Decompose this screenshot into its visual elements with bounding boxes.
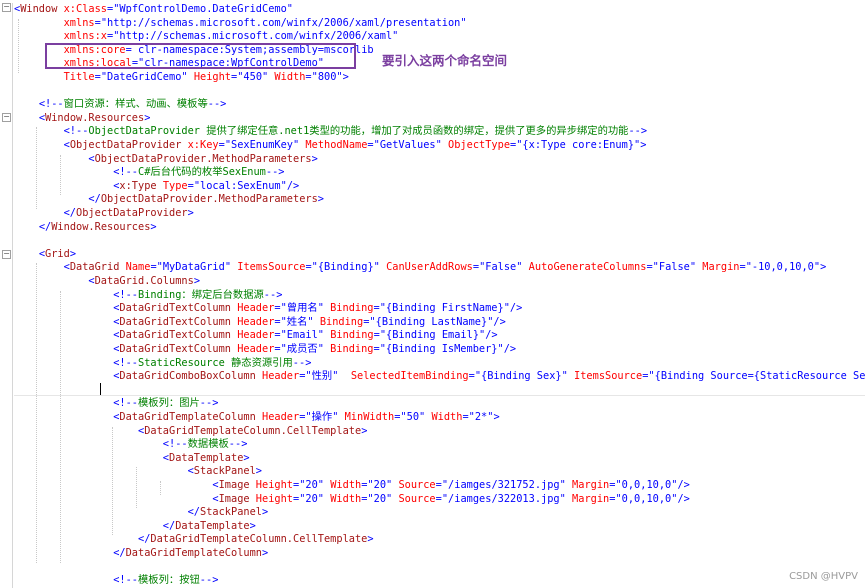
indent-guide: [36, 127, 37, 209]
code-line[interactable]: </DataGridTemplateColumn.CellTemplate>: [14, 533, 374, 547]
code-line[interactable]: <DataGridTextColumn Header="姓名" Binding=…: [14, 316, 506, 330]
code-line[interactable]: </Window.Resources>: [14, 221, 157, 235]
code-line[interactable]: <DataTemplate>: [14, 452, 250, 466]
code-line[interactable]: <!--数据模板-->: [14, 438, 248, 452]
indent-guide: [112, 426, 113, 536]
code-line[interactable]: <!--模板列：按钮-->: [14, 574, 218, 588]
code-line[interactable]: <Window x:Class="WpfControlDemo.DateGrid…: [14, 3, 293, 17]
code-line[interactable]: Title="DateGridCemo" Height="450" Width=…: [14, 71, 349, 85]
code-line[interactable]: <DataGridTemplateColumn.CellTemplate>: [14, 425, 367, 439]
code-line[interactable]: <StackPanel>: [14, 465, 262, 479]
indent-guide: [36, 263, 37, 563]
namespace-highlight-box: [45, 43, 356, 69]
code-line[interactable]: <DataGrid Name="MyDataGrid" ItemsSource=…: [14, 261, 827, 275]
code-line[interactable]: <DataGridTextColumn Header="成员否" Binding…: [14, 343, 516, 357]
code-line[interactable]: </DataTemplate>: [14, 520, 256, 534]
code-line[interactable]: <!--ObjectDataProvider 提供了绑定任意.net1类型的功能…: [14, 125, 647, 139]
code-line[interactable]: <!--窗口资源：样式、动画、模板等-->: [14, 98, 227, 112]
change-indicator-bar: [12, 3, 13, 588]
fold-toggle-icon[interactable]: −: [2, 3, 11, 12]
code-line[interactable]: </ObjectDataProvider>: [14, 207, 194, 221]
code-line[interactable]: </ObjectDataProvider.MethodParameters>: [14, 193, 324, 207]
code-line[interactable]: <!--Binding：绑定后台数据源-->: [14, 289, 282, 303]
fold-toggle-icon[interactable]: −: [2, 113, 11, 122]
namespace-annotation: 要引入这两个命名空间: [382, 53, 508, 68]
code-line[interactable]: </StackPanel>: [14, 506, 269, 520]
code-line[interactable]: <!--模板列：图片-->: [14, 397, 218, 411]
indent-guide: [60, 154, 61, 196]
code-line[interactable]: xmlns="http://schemas.microsoft.com/winf…: [14, 17, 467, 31]
watermark: CSDN @HVPV: [789, 571, 858, 582]
code-line[interactable]: <!--StaticResource 静态资源引用-->: [14, 357, 311, 371]
text-caret: [100, 383, 101, 395]
xaml-code-editor[interactable]: − − − <Window x:Class="WpfControlDemo.Da…: [0, 0, 865, 588]
code-line[interactable]: <ObjectDataProvider x:Key="SexEnumKey" M…: [14, 139, 647, 153]
editor-gutter: [0, 0, 11, 588]
code-line[interactable]: <Image Height="20" Width="20" Source="/i…: [14, 479, 689, 493]
code-line[interactable]: <DataGrid.Columns>: [14, 275, 200, 289]
fold-toggle-icon[interactable]: −: [2, 250, 11, 259]
current-line-separator: [14, 395, 865, 396]
code-line[interactable]: <Grid>: [14, 248, 76, 262]
indent-guide: [60, 290, 61, 563]
indent-guide: [136, 467, 137, 509]
indent-guide: [18, 18, 19, 73]
indent-guide: [160, 481, 161, 495]
code-line[interactable]: <DataGridTemplateColumn Header="操作" MinW…: [14, 411, 499, 425]
code-line[interactable]: <!--C#后台代码的枚举SexEnum-->: [14, 166, 284, 180]
code-line[interactable]: <DataGridComboBoxColumn Header="性别" Sele…: [14, 370, 865, 384]
code-line[interactable]: <DataGridTextColumn Header="Email" Bindi…: [14, 329, 497, 343]
code-line[interactable]: </DataGridTemplateColumn>: [14, 547, 268, 561]
code-line[interactable]: xmlns:x="http://schemas.microsoft.com/wi…: [14, 30, 399, 44]
code-line[interactable]: <Window.Resources>: [14, 112, 151, 126]
code-line[interactable]: <DataGridTextColumn Header="曾用名" Binding…: [14, 302, 522, 316]
code-line[interactable]: <x:Type Type="local:SexEnum"/>: [14, 180, 299, 194]
code-line[interactable]: <Image Height="20" Width="20" Source="/i…: [14, 493, 689, 507]
